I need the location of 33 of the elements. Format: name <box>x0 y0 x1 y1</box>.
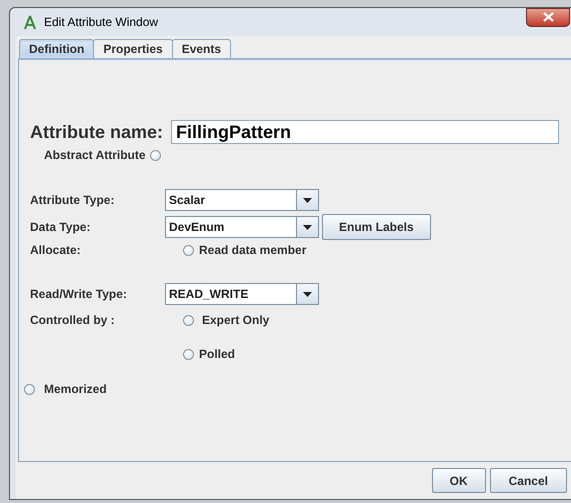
enum-labels-button[interactable]: Enum Labels <box>322 214 431 240</box>
tab[interactable]: Events <box>172 39 232 58</box>
window-title: Edit Attribute Window <box>44 15 160 29</box>
ok-button[interactable]: OK <box>432 468 486 493</box>
field-label: Read/Write Type: <box>30 287 128 301</box>
option-label: Polled <box>199 347 236 361</box>
caret-icon <box>303 292 312 296</box>
field-label: Controlled by : <box>30 313 116 327</box>
field-label: Attribute name: <box>30 122 164 142</box>
radio-button[interactable] <box>183 348 194 360</box>
dropdown[interactable]: READ_WRITE <box>165 283 319 305</box>
dropdown[interactable]: DevEnum <box>165 216 319 238</box>
tab[interactable]: Definition <box>19 39 94 58</box>
dropdown[interactable]: Scalar <box>165 189 319 211</box>
option-label: Memorized <box>44 382 107 396</box>
radio-button[interactable] <box>183 244 194 256</box>
caret-icon <box>303 198 312 202</box>
app-icon <box>24 14 36 30</box>
radio-button[interactable] <box>24 384 35 394</box>
option-label: Read data member <box>199 243 306 257</box>
radio-button[interactable] <box>183 314 194 326</box>
input-field[interactable]: FillingPattern <box>171 120 559 144</box>
cancel-button[interactable]: Cancel <box>490 468 567 493</box>
field-label: Attribute Type: <box>30 193 116 207</box>
close-button[interactable] <box>526 8 570 26</box>
tab[interactable]: Properties <box>93 39 173 58</box>
field-label: Allocate: <box>30 243 82 257</box>
field-label: Abstract Attribute <box>44 148 146 162</box>
close-icon <box>542 12 554 22</box>
radio-button[interactable] <box>150 150 161 160</box>
field-label: Data Type: <box>30 220 92 234</box>
caret-icon <box>303 224 312 230</box>
option-label: Expert Only <box>202 313 270 327</box>
